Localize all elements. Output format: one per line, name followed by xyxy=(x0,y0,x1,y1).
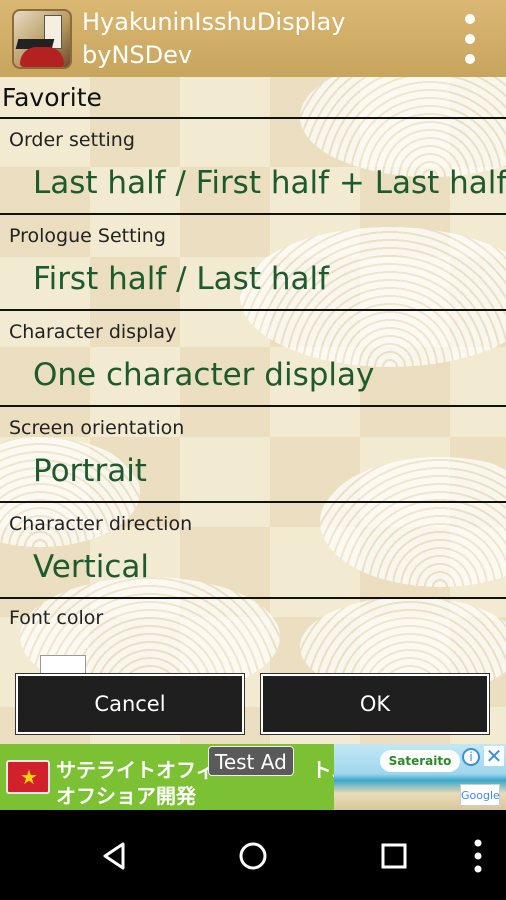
flag-icon xyxy=(6,760,50,794)
ad-subline: オフショア開発 xyxy=(56,784,196,808)
app-bar: HyakuninIsshuDisplay byNSDev xyxy=(0,0,506,77)
back-icon[interactable] xyxy=(92,834,136,878)
app-title-line2: byNSDev xyxy=(82,41,193,69)
setting-screen-orientation[interactable]: Screen orientation Portrait xyxy=(0,407,506,503)
setting-label: Character direction xyxy=(9,513,193,535)
setting-value: One character display xyxy=(33,357,375,393)
setting-value: Portrait xyxy=(33,453,147,489)
home-icon[interactable] xyxy=(231,834,275,878)
app-logo-icon xyxy=(12,9,72,69)
setting-character-display[interactable]: Character display One character display xyxy=(0,311,506,407)
setting-value: First half / Last half xyxy=(33,261,330,297)
overflow-menu-icon[interactable] xyxy=(460,14,480,64)
more-vertical-icon[interactable] xyxy=(458,834,498,878)
recents-icon[interactable] xyxy=(372,834,416,878)
ad-banner[interactable]: サテライトオフィトム オフショア開発 Test Ad Sateraito i ✕… xyxy=(0,744,506,810)
setting-character-direction[interactable]: Character direction Vertical xyxy=(0,503,506,599)
info-icon[interactable]: i xyxy=(462,748,480,766)
test-ad-badge: Test Ad xyxy=(208,746,294,776)
setting-value: Vertical xyxy=(33,549,150,585)
font-color-label: Font color xyxy=(9,607,104,629)
font-color-swatch[interactable] xyxy=(40,655,86,675)
cancel-button[interactable]: Cancel xyxy=(15,673,245,735)
system-nav-bar xyxy=(0,810,506,900)
favorite-dialog: Favorite Order setting Last half / First… xyxy=(0,77,506,744)
app-title: HyakuninIsshuDisplay byNSDev xyxy=(82,6,402,72)
google-logo: Google xyxy=(460,784,500,806)
setting-label: Prologue Setting xyxy=(9,225,166,247)
setting-label: Character display xyxy=(9,321,177,343)
ad-headline: サテライトオフィ トム xyxy=(56,758,352,782)
app-title-line1: HyakuninIsshuDisplay xyxy=(82,8,346,36)
ok-button[interactable]: OK xyxy=(260,673,490,735)
setting-prologue[interactable]: Prologue Setting First half / Last half xyxy=(0,215,506,311)
setting-label: Order setting xyxy=(9,129,135,151)
ad-logo: Sateraito xyxy=(380,750,460,772)
setting-order[interactable]: Order setting Last half / First half + L… xyxy=(0,119,506,215)
dialog-title: Favorite xyxy=(2,83,102,112)
setting-label: Screen orientation xyxy=(9,417,185,439)
close-icon[interactable]: ✕ xyxy=(484,746,504,766)
setting-value: Last half / First half + Last half xyxy=(33,165,506,201)
